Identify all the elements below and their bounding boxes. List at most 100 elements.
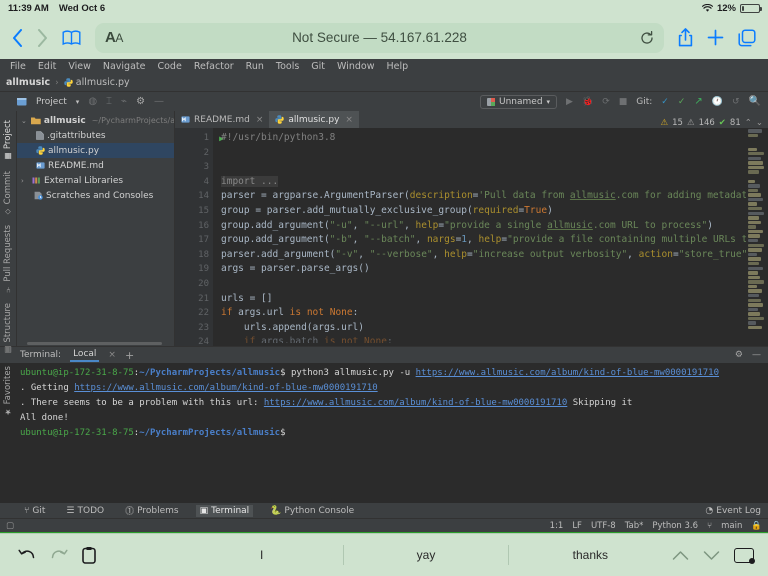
chevron-down-icon[interactable]: ▾ xyxy=(547,98,551,106)
gear-icon[interactable]: ⚙ xyxy=(735,350,743,360)
forward-chevron-icon[interactable] xyxy=(37,29,48,47)
code-text[interactable]: #!/usr/bin/python3.8import ...parser = a… xyxy=(213,128,746,346)
sidebar-item-favorites[interactable]: ★ Favorites xyxy=(2,360,14,421)
tree-node-scratches[interactable]: Scratches and Consoles xyxy=(17,188,174,203)
menu-tools[interactable]: Tools xyxy=(270,61,305,72)
prediction-1[interactable]: yay xyxy=(344,545,508,565)
tree-node-external-libraries[interactable]: › External Libraries xyxy=(17,173,174,188)
redo-icon[interactable] xyxy=(50,547,68,563)
tree-node-gitattributes[interactable]: .gitattributes xyxy=(17,128,174,143)
sidebar-item-pull-requests[interactable]: ⑂ Pull Requests xyxy=(2,220,14,298)
close-icon[interactable]: × xyxy=(345,115,353,125)
status-caret-position[interactable]: 1:1 xyxy=(550,521,564,531)
scratches-icon xyxy=(34,191,43,200)
refresh-scope-icon[interactable]: ◍ xyxy=(88,96,97,107)
chevron-down-icon[interactable]: ⌄ xyxy=(756,118,763,128)
tool-window-python-console[interactable]: 🐍 Python Console xyxy=(266,505,358,517)
chevron-up-icon[interactable] xyxy=(672,550,689,561)
menu-navigate[interactable]: Navigate xyxy=(97,61,152,72)
close-icon[interactable]: × xyxy=(256,115,264,125)
minimap-line xyxy=(748,166,764,169)
status-branch[interactable]: main xyxy=(721,521,742,531)
debug-bug-icon[interactable]: 🐞 xyxy=(582,97,593,107)
chevron-right-icon[interactable]: › xyxy=(21,177,29,185)
menu-code[interactable]: Code xyxy=(151,61,187,72)
share-icon[interactable] xyxy=(678,28,693,47)
code-minimap[interactable] xyxy=(746,128,768,346)
hide-panel-icon[interactable]: — xyxy=(752,350,761,360)
search-icon[interactable]: 🔍 xyxy=(749,96,761,107)
reload-icon[interactable] xyxy=(640,31,654,45)
clipboard-icon[interactable] xyxy=(82,546,96,564)
event-log-button[interactable]: ◔ Event Log xyxy=(705,506,768,516)
undo-icon[interactable] xyxy=(18,547,36,563)
menu-file[interactable]: File xyxy=(4,61,32,72)
chevron-up-icon[interactable]: ⌃ xyxy=(745,118,752,128)
terminal-output[interactable]: ubuntu@ip-172-31-8-75:~/PycharmProjects/… xyxy=(0,363,768,503)
plus-icon[interactable]: + xyxy=(125,349,134,362)
tool-window-git[interactable]: ⑂ Git xyxy=(20,505,49,517)
terminal-url-link[interactable]: https://www.allmusic.com/album/kind-of-b… xyxy=(264,398,567,408)
stop-square-icon[interactable]: ■ xyxy=(619,97,628,107)
push-arrow-icon[interactable]: ↗ xyxy=(694,96,702,107)
tree-node-allmusic[interactable]: ⌄ allmusic ~/PycharmProjects/allm xyxy=(17,113,174,128)
update-project-icon[interactable]: ✓ xyxy=(661,97,669,107)
prediction-0[interactable]: I xyxy=(180,545,344,565)
tabs-icon[interactable] xyxy=(738,29,756,47)
menu-edit[interactable]: Edit xyxy=(32,61,62,72)
book-icon[interactable] xyxy=(62,30,81,46)
toggle-toolwindows-icon[interactable]: ▢ xyxy=(6,521,14,531)
sidebar-item-commit[interactable]: ⬦ Commit xyxy=(2,166,14,220)
code-editor[interactable]: 1▶2341415161718192021222324 #!/usr/bin/p… xyxy=(175,128,768,346)
sidebar-item-project[interactable]: ▦ Project xyxy=(2,115,14,166)
menu-git[interactable]: Git xyxy=(305,61,331,72)
history-clock-icon[interactable]: 🕐 xyxy=(712,97,723,107)
menu-run[interactable]: Run xyxy=(240,61,270,72)
run-coverage-icon[interactable]: ⟳ xyxy=(602,97,610,107)
menu-view[interactable]: View xyxy=(62,61,97,72)
project-widget-label[interactable]: Project xyxy=(36,97,67,107)
tool-window-problems[interactable]: ⓵ Problems xyxy=(121,503,183,518)
hide-keyboard-icon[interactable] xyxy=(734,548,754,563)
terminal-url-link[interactable]: https://www.allmusic.com/album/kind-of-b… xyxy=(416,368,719,378)
project-tree-hscrollbar[interactable] xyxy=(17,341,174,346)
tool-window-todo[interactable]: ☰ TODO xyxy=(62,505,108,517)
rollback-icon[interactable]: ↺ xyxy=(732,97,740,107)
tool-window-terminal[interactable]: ▣ Terminal xyxy=(196,505,254,517)
menu-window[interactable]: Window xyxy=(331,61,380,72)
breadcrumb-file[interactable]: allmusic.py xyxy=(76,77,130,88)
plus-icon[interactable] xyxy=(707,29,724,46)
tree-node-readme[interactable]: README.md xyxy=(17,158,174,173)
tab-allmusic-py[interactable]: allmusic.py × xyxy=(269,111,359,128)
chevron-down-icon[interactable]: ⌄ xyxy=(21,117,28,125)
gear-icon[interactable]: ⚙ xyxy=(136,96,145,107)
sidebar-item-structure[interactable]: ▥ Structure xyxy=(2,298,14,360)
url-bar[interactable]: AA Not Secure — 54.167.61.228 xyxy=(95,23,664,53)
commit-check-icon[interactable]: ✓ xyxy=(678,97,686,107)
text-size-button[interactable]: AA xyxy=(105,29,123,46)
git-toolbar-label: Git: xyxy=(636,97,652,107)
run-play-icon[interactable]: ▶ xyxy=(566,97,573,107)
terminal-url-link[interactable]: https://www.allmusic.com/album/kind-of-b… xyxy=(74,383,377,393)
collapse-all-icon[interactable]: ⌶ xyxy=(106,96,112,107)
status-encoding[interactable]: UTF-8 xyxy=(591,521,616,531)
menu-help[interactable]: Help xyxy=(381,61,415,72)
back-chevron-icon[interactable] xyxy=(12,29,23,47)
menu-refactor[interactable]: Refactor xyxy=(188,61,240,72)
chevron-down-icon[interactable] xyxy=(703,550,720,561)
expand-select-icon[interactable]: ⌁ xyxy=(121,96,127,107)
status-indent[interactable]: Tab* xyxy=(625,521,644,531)
run-configuration-selector[interactable]: Unnamed ▾ xyxy=(480,95,557,109)
status-line-separator[interactable]: LF xyxy=(572,521,582,531)
chevron-down-icon[interactable]: ▾ xyxy=(76,98,80,106)
status-interpreter[interactable]: Python 3.6 xyxy=(652,521,698,531)
terminal-tab-local[interactable]: Local xyxy=(70,348,99,362)
tab-readme-md[interactable]: README.md × xyxy=(175,111,269,128)
tree-node-allmusic-py[interactable]: allmusic.py xyxy=(17,143,174,158)
breadcrumb-project[interactable]: allmusic xyxy=(6,77,50,88)
inspection-widget[interactable]: ⚠ 15 ⚠ 146 ✔ 81 ⌃ ⌄ xyxy=(660,118,768,128)
hide-panel-icon[interactable]: — xyxy=(154,96,164,107)
close-icon[interactable]: × xyxy=(108,350,116,360)
lock-icon[interactable]: 🔒 xyxy=(751,521,762,531)
prediction-2[interactable]: thanks xyxy=(509,545,672,565)
